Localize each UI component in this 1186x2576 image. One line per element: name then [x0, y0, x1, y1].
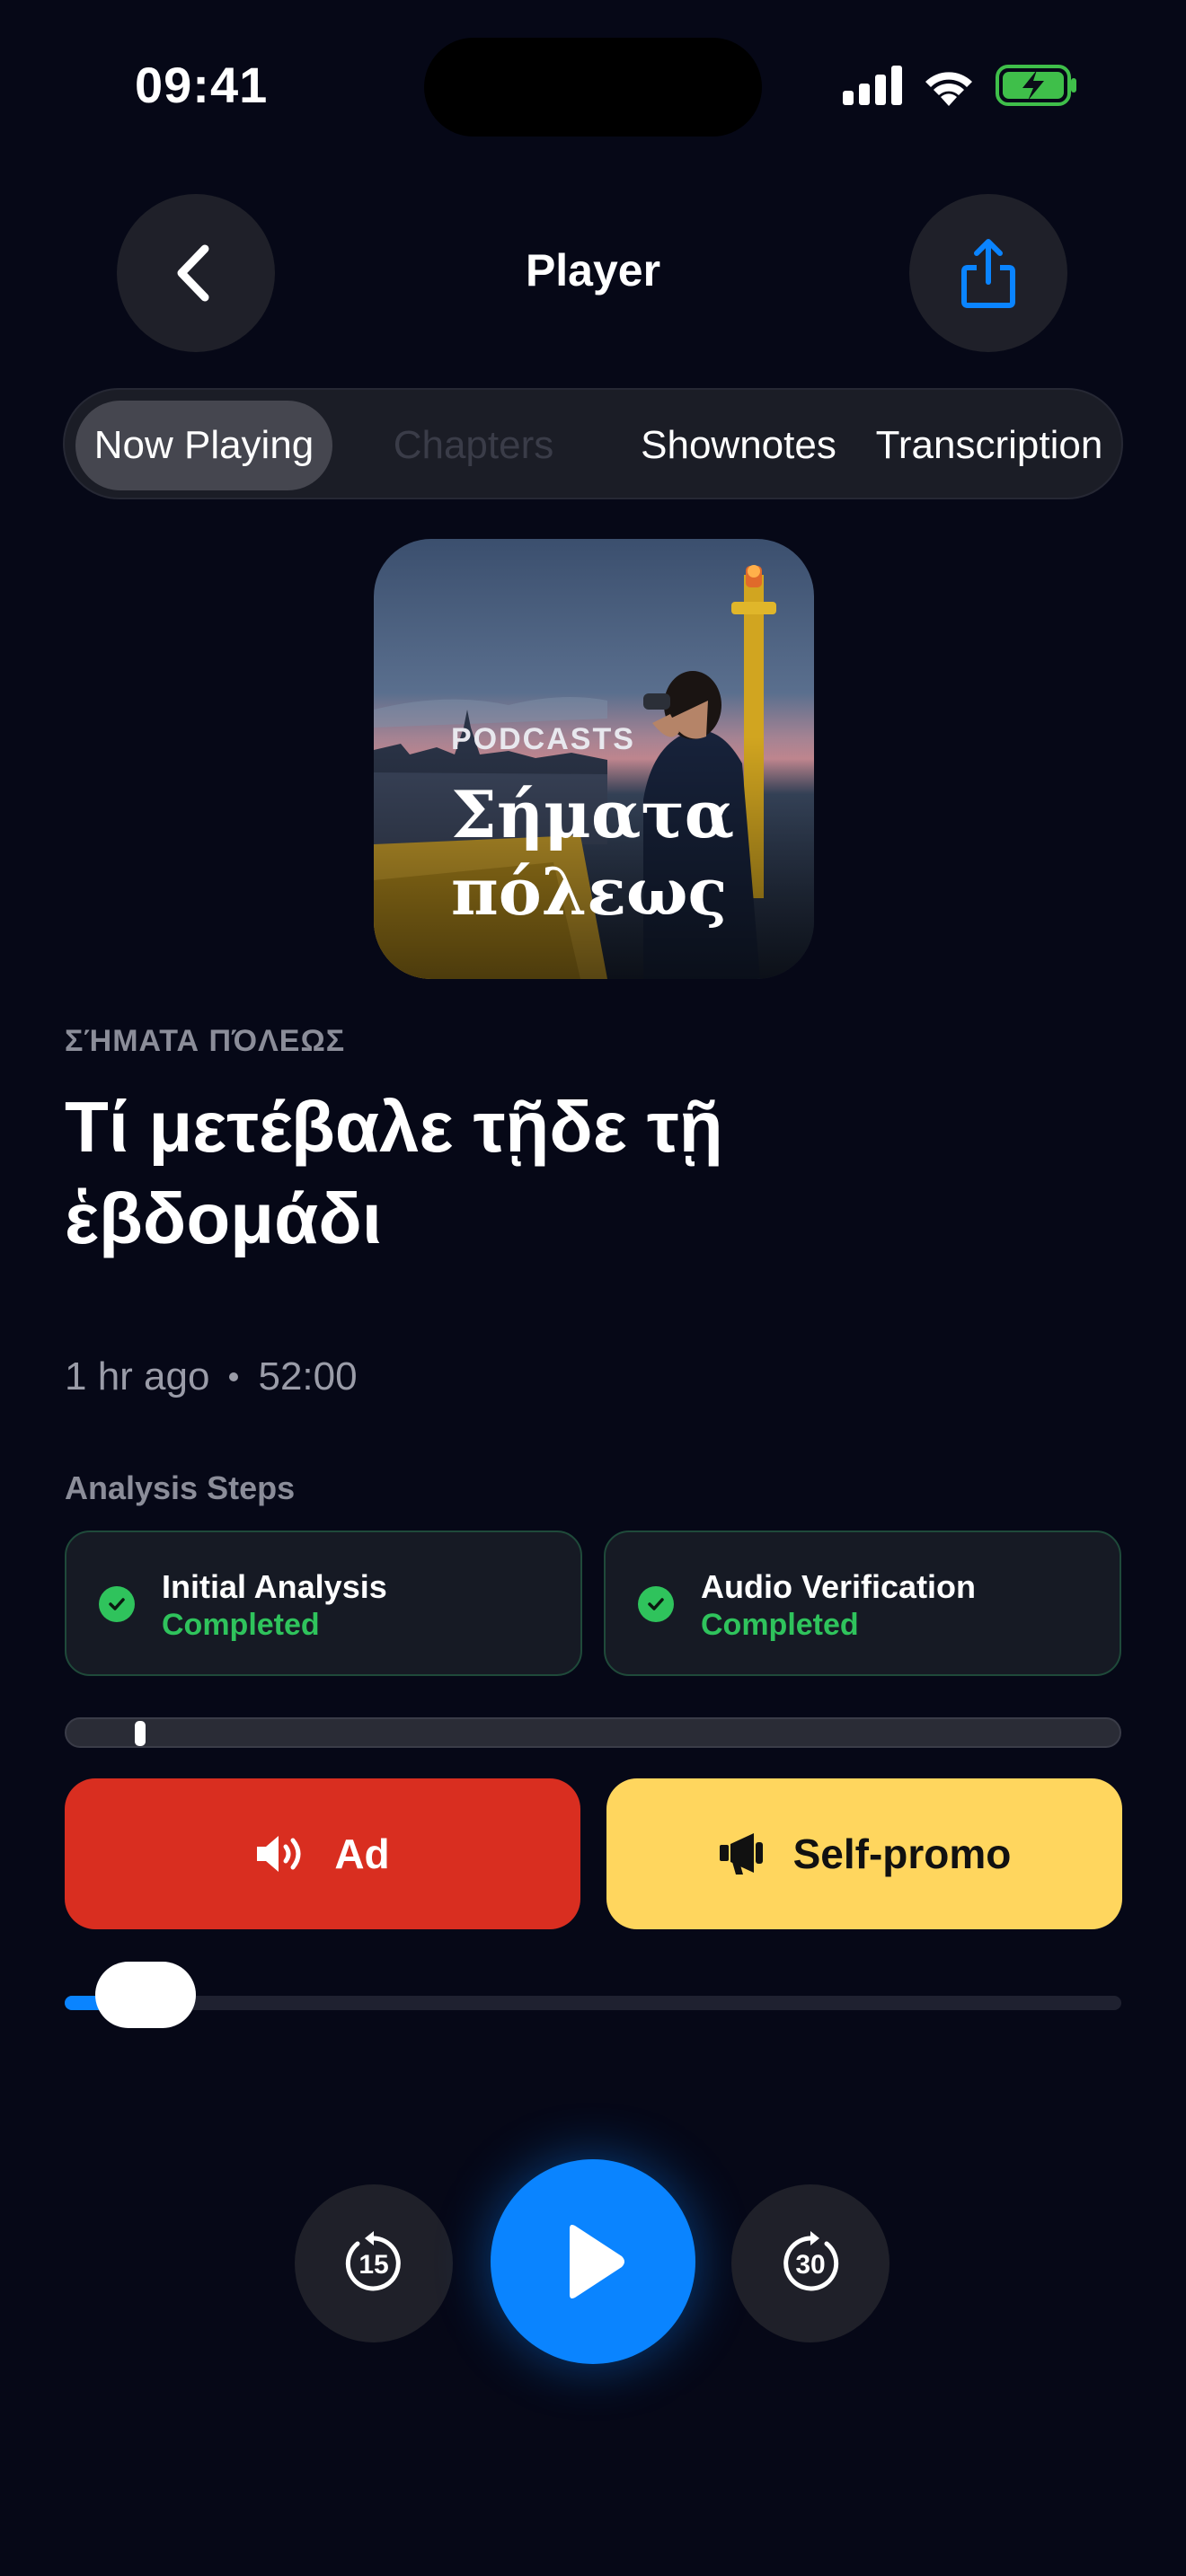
tab-chapters[interactable]: Chapters	[352, 401, 595, 490]
mark-self-promo-button[interactable]: Self-promo	[606, 1778, 1122, 1929]
checkmark-icon	[638, 1586, 674, 1622]
skip-back-button[interactable]: 15	[295, 2184, 453, 2342]
analysis-step-card: Initial Analysis Completed	[65, 1531, 582, 1676]
episode-duration: 52:00	[258, 1354, 358, 1398]
battery-charging-icon	[996, 65, 1076, 106]
self-promo-button-label: Self-promo	[792, 1831, 1012, 1877]
analysis-steps-label: Analysis Steps	[65, 1469, 296, 1506]
episode-age: 1 hr ago	[65, 1354, 210, 1398]
analysis-step-card: Audio Verification Completed	[604, 1531, 1121, 1676]
episode-meta: 1 hr ago 52:00	[65, 1354, 358, 1399]
dynamic-island	[424, 38, 762, 137]
step-status: Completed	[162, 1608, 320, 1642]
speaker-wave-icon	[257, 1836, 301, 1872]
segment-timeline[interactable]	[65, 1717, 1121, 1748]
wifi-icon	[925, 72, 972, 106]
skip-back-seconds: 15	[358, 2250, 388, 2280]
segmented-tabs: Now Playing Chapters Shownotes Transcrip…	[63, 388, 1123, 499]
skip-forward-seconds: 30	[795, 2250, 825, 2280]
step-name: Audio Verification	[701, 1568, 977, 1605]
artwork-title: Σήματα πόλεως	[451, 776, 735, 930]
play-icon	[570, 2225, 624, 2298]
artwork-kicker: PODCASTS	[451, 722, 635, 756]
step-name: Initial Analysis	[162, 1568, 387, 1605]
back-button[interactable]	[117, 194, 275, 352]
skip-forward-icon: 30	[783, 2231, 839, 2291]
show-name: ΣΉΜΑΤΑ ΠΌΛΕΩΣ	[65, 1024, 346, 1058]
status-time: 09:41	[135, 57, 269, 113]
scrubber-thumb[interactable]	[95, 1962, 197, 2028]
ad-button-label: Ad	[334, 1831, 390, 1877]
play-button[interactable]	[491, 2159, 695, 2364]
page-title: Player	[525, 245, 661, 296]
skip-forward-button[interactable]: 30	[731, 2184, 890, 2342]
episode-title: Τί μετέβαλε τῇδε τῇ ἑβδομάδι	[65, 1087, 723, 1258]
megaphone-icon	[719, 1833, 763, 1875]
mark-ad-button[interactable]: Ad	[65, 1778, 580, 1929]
chevron-left-icon	[177, 244, 209, 302]
tab-transcription[interactable]: Transcription	[855, 401, 1123, 490]
separator-dot	[229, 1372, 239, 1381]
checkmark-icon	[99, 1586, 135, 1622]
share-icon	[961, 239, 1015, 308]
tab-shownotes[interactable]: Shownotes	[604, 401, 873, 490]
playback-scrubber[interactable]	[65, 1962, 1121, 2028]
tab-now-playing[interactable]: Now Playing	[75, 401, 332, 490]
skip-back-icon: 15	[345, 2231, 401, 2291]
timeline-position-marker	[135, 1721, 146, 1746]
share-button[interactable]	[909, 194, 1067, 352]
cellular-signal-icon	[843, 66, 902, 105]
status-icons	[841, 63, 1078, 108]
podcast-artwork: PODCASTS Σήματα πόλεως	[374, 539, 814, 979]
step-status: Completed	[701, 1608, 859, 1642]
